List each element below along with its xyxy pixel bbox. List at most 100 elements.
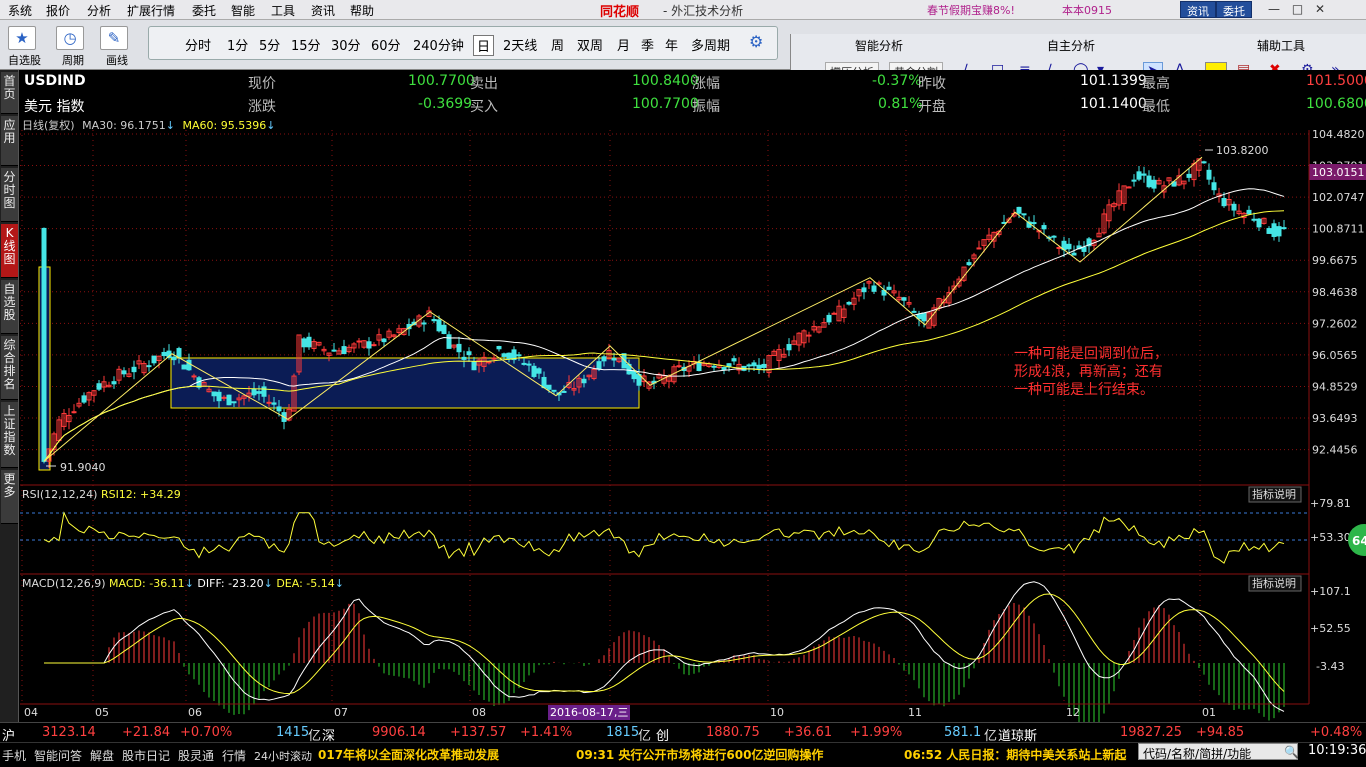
candle (1201, 160, 1207, 164)
menu-trade[interactable]: 委托 (192, 2, 216, 19)
candle (1001, 214, 1007, 224)
menu-tools[interactable]: 工具 (271, 2, 295, 19)
period-5min[interactable]: 5分 (259, 35, 280, 54)
sh-amount: 1415 (276, 725, 310, 740)
rsi-tick-mid: +53.30 (1310, 531, 1351, 544)
period-30min[interactable]: 30分 (331, 35, 361, 54)
price-tick: 92.4456 (1312, 444, 1358, 457)
cy-value: 1880.75 (706, 725, 760, 740)
tab-watchlist[interactable]: 自选股 (1, 280, 18, 334)
candle (746, 363, 752, 373)
self-analysis-title[interactable]: 自主分析 (1047, 37, 1095, 54)
news-item-1[interactable]: 017年将以全面深化改革推动发展 (318, 746, 499, 763)
candle (86, 391, 92, 407)
star-icon[interactable]: ★ (8, 26, 36, 50)
menu-smart[interactable]: 智能 (231, 2, 255, 19)
menu-extended-market[interactable]: 扩展行情 (127, 2, 175, 19)
rsi-badge-label[interactable]: 64 (1352, 534, 1366, 548)
period-60min[interactable]: 60分 (371, 35, 401, 54)
tab-home[interactable]: 首页 (1, 72, 18, 114)
value-pct: -0.37% (872, 73, 922, 89)
news-item-3[interactable]: 06:52 人民日报：期待中美关系站上新起 (904, 746, 1126, 763)
period-year[interactable]: 年 (665, 35, 678, 54)
candle (706, 361, 712, 368)
tab-apps[interactable]: 应用 (1, 116, 18, 166)
bottom-tab-qa[interactable]: 智能问答 (34, 747, 82, 764)
date-tick: 10 (770, 706, 784, 719)
label-low: 最低 (1142, 99, 1170, 115)
candle (81, 392, 87, 404)
menu-help[interactable]: 帮助 (350, 2, 374, 19)
rsi-help-label[interactable]: 指标说明 (1252, 487, 1296, 501)
candle (866, 280, 872, 290)
close-icon[interactable]: ✕ (1315, 2, 1325, 16)
pencil-icon[interactable]: ✎ (100, 26, 128, 50)
aux-tools-title[interactable]: 辅助工具 (1257, 37, 1305, 54)
candle (811, 320, 817, 333)
period-1min[interactable]: 1分 (227, 35, 248, 54)
kline-chart[interactable]: 104.4820103.2791102.0747100.871199.66759… (20, 130, 1366, 722)
bottom-tab-mobile[interactable]: 手机 (2, 747, 26, 764)
ma60-line (43, 210, 1285, 462)
period-biweek[interactable]: 双周 (577, 35, 603, 54)
tab-ranking[interactable]: 综合排名 (1, 336, 18, 400)
draw-label[interactable]: 画线 (106, 52, 128, 68)
macd-help-label[interactable]: 指标说明 (1252, 576, 1296, 590)
search-icon[interactable]: 🔍 (1284, 745, 1299, 759)
label-now: 现价 (248, 76, 276, 92)
candle (856, 288, 862, 302)
user-name[interactable]: 本本0915 (1062, 2, 1112, 18)
period-week[interactable]: 周 (551, 35, 564, 54)
candle (451, 344, 457, 350)
period-fenshi[interactable]: 分时 (185, 35, 211, 54)
bottom-tab-market[interactable]: 行情 (222, 747, 246, 764)
maximize-icon[interactable]: □ (1292, 2, 1303, 16)
rsi-line (43, 511, 1285, 564)
cy-pct: +1.99% (850, 725, 903, 740)
date-tick: 04 (24, 706, 38, 719)
candle (1146, 170, 1152, 189)
clock-icon[interactable]: ◷ (56, 26, 84, 50)
wave-trendline[interactable] (43, 156, 1203, 462)
tab-kline[interactable]: K线图 (1, 224, 18, 278)
period-2day[interactable]: 2天线 (503, 35, 537, 54)
period-240min[interactable]: 240分钟 (413, 35, 464, 54)
bottom-tab-lingtong[interactable]: 股灵通 (178, 747, 214, 764)
tab-sh-index[interactable]: 上证指数 (1, 402, 18, 468)
menu-quote[interactable]: 报价 (46, 2, 70, 19)
news-item-2[interactable]: 09:31 央行公开市场将进行600亿逆回购操作 (576, 746, 823, 763)
period-day[interactable]: 日 (473, 35, 495, 56)
minimize-icon[interactable]: — (1268, 2, 1280, 16)
candle (1141, 166, 1147, 183)
menu-analysis[interactable]: 分析 (87, 2, 111, 19)
label-prev: 昨收 (918, 76, 946, 92)
period-quarter[interactable]: 季 (641, 35, 654, 54)
tab-timeshare[interactable]: 分时图 (1, 168, 18, 222)
trade-button[interactable]: 委托 (1216, 1, 1252, 18)
period-month[interactable]: 月 (617, 35, 630, 54)
bottom-tab-rolling[interactable]: 24小时滚动 (254, 748, 312, 764)
search-input[interactable]: 代码/名称/简拼/功能 (1138, 743, 1298, 761)
left-tabs: 首页 应用 分时图 K线图 自选股 综合排名 上证指数 更多 (0, 70, 19, 722)
candle (441, 321, 447, 335)
zixuan-label[interactable]: 自选股 (8, 52, 41, 68)
candle (446, 331, 452, 349)
bottom-tab-analysis[interactable]: 解盘 (90, 747, 114, 764)
candle (1281, 220, 1287, 230)
info-button[interactable]: 资讯 (1180, 1, 1216, 18)
smart-analysis-title[interactable]: 智能分析 (855, 37, 903, 54)
candle (71, 404, 77, 414)
candle (851, 291, 857, 311)
diff-line (44, 581, 1285, 712)
period-label[interactable]: 周期 (62, 52, 84, 68)
period-multi[interactable]: 多周期 (691, 35, 730, 54)
promo-link[interactable]: 春节假期宝赚8%! (927, 2, 1015, 18)
menu-bar: 系统 报价 分析 扩展行情 委托 智能 工具 资讯 帮助 同花顺 - 外汇技术分… (0, 0, 1366, 20)
menu-info[interactable]: 资讯 (311, 2, 335, 19)
bottom-tab-diary[interactable]: 股市日记 (122, 747, 170, 764)
menu-system[interactable]: 系统 (8, 2, 32, 19)
gear-icon[interactable]: ⚙ (749, 32, 763, 51)
period-15min[interactable]: 15分 (291, 35, 321, 54)
candle (321, 346, 327, 355)
tab-more[interactable]: 更多 (1, 470, 18, 524)
